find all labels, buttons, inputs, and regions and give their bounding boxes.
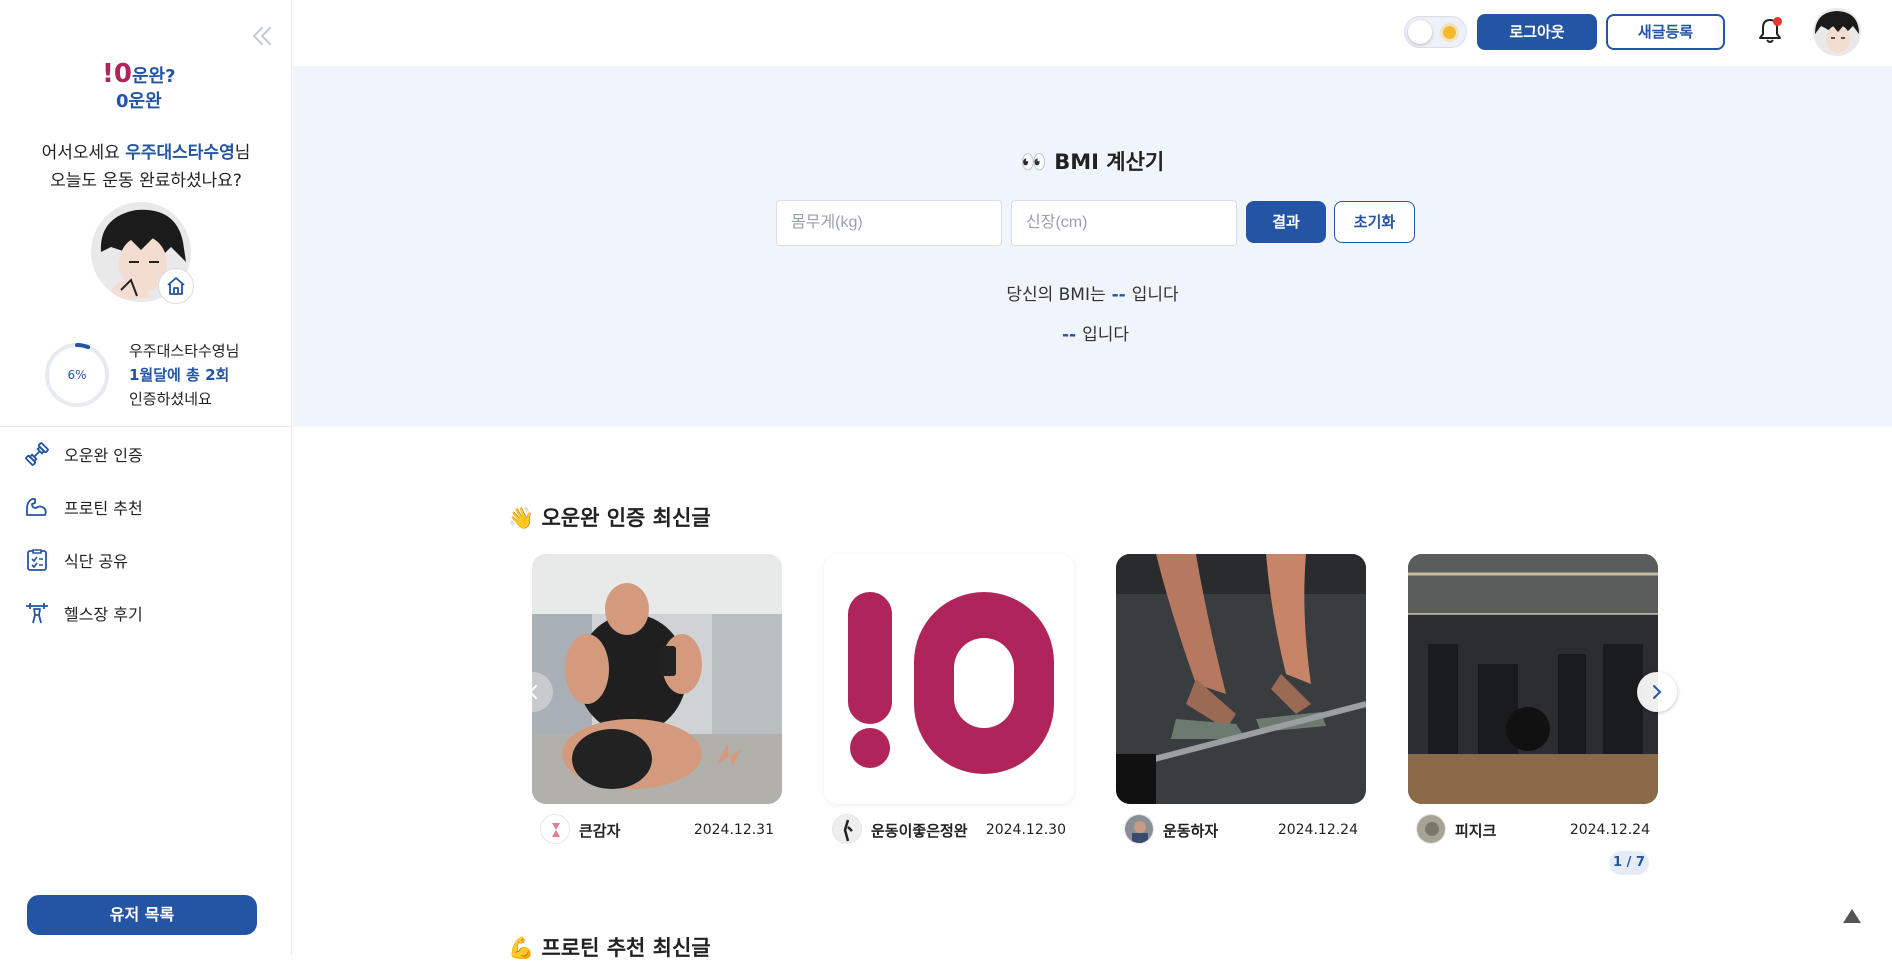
muscle-arm-icon <box>26 498 47 516</box>
author-avatar[interactable] <box>1124 814 1154 844</box>
post-card[interactable]: 운동하자 2024.12.24 <box>1116 554 1366 852</box>
svg-text:!0: !0 <box>102 59 132 89</box>
post-card[interactable]: 운동이좋은정완 2024.12.30 <box>824 554 1074 852</box>
user-list-button[interactable]: 유저 목록 <box>27 895 257 935</box>
post-thumbnail[interactable] <box>1116 554 1366 804</box>
barbell-icon <box>26 603 48 624</box>
sun-icon <box>1443 26 1456 39</box>
carousel-next-button[interactable] <box>1637 672 1677 712</box>
sidebar-item-workout-verify[interactable]: 오운완 인증 <box>24 436 143 472</box>
bmi-result-line: 당신의 BMI는 -- 입니다 <box>1006 285 1179 305</box>
carousel-pager: 1 / 7 <box>1609 851 1649 875</box>
logout-button[interactable]: 로그아웃 <box>1477 14 1597 50</box>
bmi-reset-button[interactable]: 초기화 <box>1334 201 1415 243</box>
sidebar-item-diet[interactable]: 식단 공유 <box>24 542 128 578</box>
svg-text:운완?: 운완? <box>132 66 176 87</box>
weight-input[interactable] <box>776 200 1002 246</box>
post-date: 2024.12.31 <box>693 822 774 838</box>
sidebar-item-gym-review[interactable]: 헬스장 후기 <box>24 595 143 631</box>
notification-dot <box>1773 17 1782 26</box>
post-author: 큰감자 <box>579 822 621 840</box>
post-date: 2024.12.24 <box>1569 822 1650 838</box>
author-avatar[interactable] <box>832 814 862 844</box>
latest-posts-title: 👋 오운완 인증 최신글 <box>508 506 711 530</box>
greeting-line-1: 어서오세요 우주대스타수영님 <box>41 143 251 163</box>
post-author: 피지크 <box>1455 822 1497 840</box>
sidebar-item-label: 식단 공유 <box>64 552 128 571</box>
new-post-button[interactable]: 새글등록 <box>1606 14 1725 50</box>
progress-percent: 6% <box>67 368 87 382</box>
stat-monthly-count: 1월달에 총 2회 <box>129 366 230 384</box>
sidebar-divider <box>0 426 292 427</box>
scroll-top-button[interactable] <box>1833 897 1871 935</box>
sidebar-item-label: 헬스장 후기 <box>64 605 143 624</box>
toggle-knob <box>1408 20 1432 44</box>
bmi-result-button[interactable]: 결과 <box>1246 201 1326 243</box>
sidebar-item-label: 프로틴 추천 <box>64 499 143 518</box>
arrow-up-icon <box>1843 909 1861 923</box>
sidebar: !0 운완? 0운완 어서오세요 우주대스타수영님 오늘도 운동 완료하셨나요?… <box>0 0 292 955</box>
post-thumbnail[interactable] <box>1408 554 1658 804</box>
bmi-title: 👀 BMI 계산기 <box>1020 150 1165 174</box>
stat-caption: 인증하셨네요 <box>129 390 212 408</box>
post-card[interactable]: 큰감자 2024.12.31 <box>532 554 782 852</box>
author-avatar[interactable] <box>540 814 570 844</box>
post-date: 2024.12.30 <box>985 822 1066 838</box>
post-author: 운동이좋은정완 <box>871 822 968 840</box>
sidebar-item-protein[interactable]: 프로틴 추천 <box>24 489 143 525</box>
home-icon[interactable] <box>158 268 194 304</box>
app-logo[interactable]: !0 운완? 0운완 <box>100 58 190 114</box>
post-card[interactable]: 피지크 2024.12.24 <box>1408 554 1658 852</box>
post-author: 운동하자 <box>1163 822 1219 840</box>
protein-posts-title: 💪 프로틴 추천 최신글 <box>508 936 711 960</box>
collapse-sidebar-icon[interactable] <box>248 22 276 50</box>
stat-user-name: 우주대스타수영님 <box>129 342 240 360</box>
checklist-icon <box>27 549 47 571</box>
post-thumbnail[interactable] <box>532 554 782 804</box>
bmi-value: -- <box>1111 285 1126 305</box>
greeting-line-2: 오늘도 운동 완료하셨나요? <box>50 171 242 191</box>
chevron-right-icon <box>1653 685 1662 699</box>
bmi-calculator: 👀 BMI 계산기 결과 초기화 당신의 BMI는--입니다 --입니다 <box>293 66 1892 426</box>
sidebar-item-label: 오운완 인증 <box>64 446 143 465</box>
author-avatar[interactable] <box>1416 814 1446 844</box>
theme-toggle[interactable] <box>1404 16 1467 48</box>
svg-text:0운완: 0운완 <box>116 91 162 112</box>
bmi-category: -- <box>1061 325 1077 345</box>
post-thumbnail[interactable] <box>824 554 1074 804</box>
height-input[interactable] <box>1011 200 1237 246</box>
carousel-prev-button[interactable] <box>513 672 553 712</box>
chevron-left-icon <box>528 685 537 699</box>
user-name: 우주대스타수영 <box>125 143 235 163</box>
post-date: 2024.12.24 <box>1277 822 1358 838</box>
bmi-category-line: -- 입니다 <box>293 320 1892 345</box>
dumbbell-icon <box>25 442 49 466</box>
header-avatar[interactable] <box>1813 8 1861 56</box>
